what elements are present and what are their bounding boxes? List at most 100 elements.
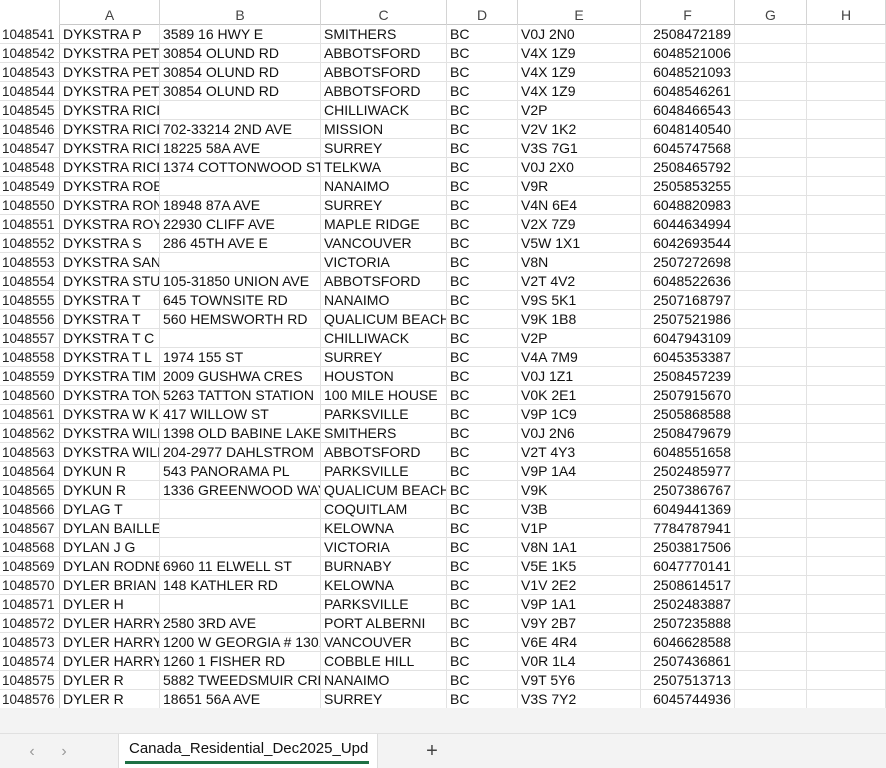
cell-b[interactable]: 22930 CLIFF AVE <box>160 215 321 234</box>
row-header[interactable]: 1048569 <box>0 557 60 576</box>
cell-c[interactable]: NANAIMO <box>321 291 447 310</box>
row-header[interactable]: 1048548 <box>0 158 60 177</box>
row-header[interactable]: 1048542 <box>0 44 60 63</box>
cell-c[interactable]: ABBOTSFORD <box>321 443 447 462</box>
cell-g[interactable] <box>735 671 807 690</box>
cell-g[interactable] <box>735 44 807 63</box>
cell-f[interactable]: 6048546261 <box>641 82 735 101</box>
cell-c[interactable]: PARKSVILLE <box>321 405 447 424</box>
cell-a[interactable]: DYKUN R <box>60 481 160 500</box>
cell-c[interactable]: VICTORIA <box>321 538 447 557</box>
cell-d[interactable]: BC <box>447 291 518 310</box>
cell-e[interactable]: V3S 7G1 <box>518 139 641 158</box>
cell-c[interactable]: SURREY <box>321 348 447 367</box>
cell-d[interactable]: BC <box>447 44 518 63</box>
row-header[interactable]: 1048574 <box>0 652 60 671</box>
cell-a[interactable]: DYLER R <box>60 671 160 690</box>
cell-g[interactable] <box>735 614 807 633</box>
cell-g[interactable] <box>735 25 807 44</box>
row-header[interactable]: 1048562 <box>0 424 60 443</box>
cell-d[interactable]: BC <box>447 25 518 44</box>
cell-g[interactable] <box>735 367 807 386</box>
cell-h[interactable] <box>807 82 886 101</box>
cell-c[interactable]: SURREY <box>321 139 447 158</box>
cell-f[interactable]: 6048521006 <box>641 44 735 63</box>
cell-h[interactable] <box>807 519 886 538</box>
cell-g[interactable] <box>735 253 807 272</box>
cell-g[interactable] <box>735 101 807 120</box>
row-header[interactable]: 1048559 <box>0 367 60 386</box>
cell-a[interactable]: DYKSTRA T <box>60 310 160 329</box>
cell-a[interactable]: DYLER R <box>60 690 160 708</box>
cell-a[interactable]: DYKSTRA ROBERT <box>60 177 160 196</box>
cell-c[interactable]: BURNABY <box>321 557 447 576</box>
cell-d[interactable]: BC <box>447 386 518 405</box>
cell-g[interactable] <box>735 386 807 405</box>
column-header-c[interactable]: C <box>321 0 447 25</box>
cell-h[interactable] <box>807 443 886 462</box>
cell-b[interactable]: 1200 W GEORGIA # 1301 <box>160 633 321 652</box>
cell-b[interactable] <box>160 177 321 196</box>
cell-c[interactable]: VANCOUVER <box>321 234 447 253</box>
cell-f[interactable]: 2508457239 <box>641 367 735 386</box>
row-header[interactable]: 1048549 <box>0 177 60 196</box>
row-header[interactable]: 1048555 <box>0 291 60 310</box>
cell-h[interactable] <box>807 120 886 139</box>
cell-d[interactable]: BC <box>447 690 518 708</box>
cell-e[interactable]: V4A 7M9 <box>518 348 641 367</box>
cell-h[interactable] <box>807 614 886 633</box>
cell-d[interactable]: BC <box>447 120 518 139</box>
cell-e[interactable]: V2V 1K2 <box>518 120 641 139</box>
row-header[interactable]: 1048571 <box>0 595 60 614</box>
cell-d[interactable]: BC <box>447 253 518 272</box>
cell-d[interactable]: BC <box>447 671 518 690</box>
cell-f[interactable]: 2503817506 <box>641 538 735 557</box>
cell-d[interactable]: BC <box>447 500 518 519</box>
cell-b[interactable]: 3589 16 HWY E <box>160 25 321 44</box>
cell-h[interactable] <box>807 234 886 253</box>
cell-e[interactable]: V9P 1C9 <box>518 405 641 424</box>
cell-a[interactable]: DYKSTRA PETE <box>60 44 160 63</box>
cell-a[interactable]: DYKSTRA TON <box>60 386 160 405</box>
cell-d[interactable]: BC <box>447 196 518 215</box>
cell-e[interactable]: V2P <box>518 329 641 348</box>
cell-d[interactable]: BC <box>447 424 518 443</box>
row-header[interactable]: 1048568 <box>0 538 60 557</box>
row-header[interactable]: 1048573 <box>0 633 60 652</box>
cell-a[interactable]: DYKSTRA RICH <box>60 139 160 158</box>
cell-c[interactable]: KELOWNA <box>321 576 447 595</box>
cell-d[interactable]: BC <box>447 139 518 158</box>
cell-e[interactable]: V2X 7Z9 <box>518 215 641 234</box>
cell-d[interactable]: BC <box>447 215 518 234</box>
cell-b[interactable]: 18651 56A AVE <box>160 690 321 708</box>
row-header[interactable]: 1048572 <box>0 614 60 633</box>
cell-d[interactable]: BC <box>447 633 518 652</box>
cell-g[interactable] <box>735 405 807 424</box>
cell-e[interactable]: V9S 5K1 <box>518 291 641 310</box>
row-header[interactable]: 1048570 <box>0 576 60 595</box>
cell-g[interactable] <box>735 158 807 177</box>
cell-f[interactable]: 2507513713 <box>641 671 735 690</box>
cell-e[interactable]: V4X 1Z9 <box>518 44 641 63</box>
cell-g[interactable] <box>735 329 807 348</box>
cell-a[interactable]: DYKSTRA RON <box>60 196 160 215</box>
row-header[interactable]: 1048550 <box>0 196 60 215</box>
cell-b[interactable]: 105-31850 UNION AVE <box>160 272 321 291</box>
cell-b[interactable]: 2009 GUSHWA CRES <box>160 367 321 386</box>
cell-a[interactable]: DYKSTRA ROY <box>60 215 160 234</box>
cell-g[interactable] <box>735 234 807 253</box>
cell-b[interactable]: 6960 11 ELWELL ST <box>160 557 321 576</box>
cell-e[interactable]: V4N 6E4 <box>518 196 641 215</box>
cell-b[interactable]: 18948 87A AVE <box>160 196 321 215</box>
cell-c[interactable]: SURREY <box>321 196 447 215</box>
cell-h[interactable] <box>807 671 886 690</box>
cell-c[interactable]: PARKSVILLE <box>321 462 447 481</box>
cell-g[interactable] <box>735 519 807 538</box>
cell-e[interactable]: V0J 2N6 <box>518 424 641 443</box>
cell-a[interactable]: DYKSTRA SANDRA <box>60 253 160 272</box>
cell-d[interactable]: BC <box>447 405 518 424</box>
cell-f[interactable]: 6045747568 <box>641 139 735 158</box>
cell-g[interactable] <box>735 481 807 500</box>
cell-f[interactable]: 2505853255 <box>641 177 735 196</box>
cell-a[interactable]: DYKSTRA RICHARD <box>60 101 160 120</box>
